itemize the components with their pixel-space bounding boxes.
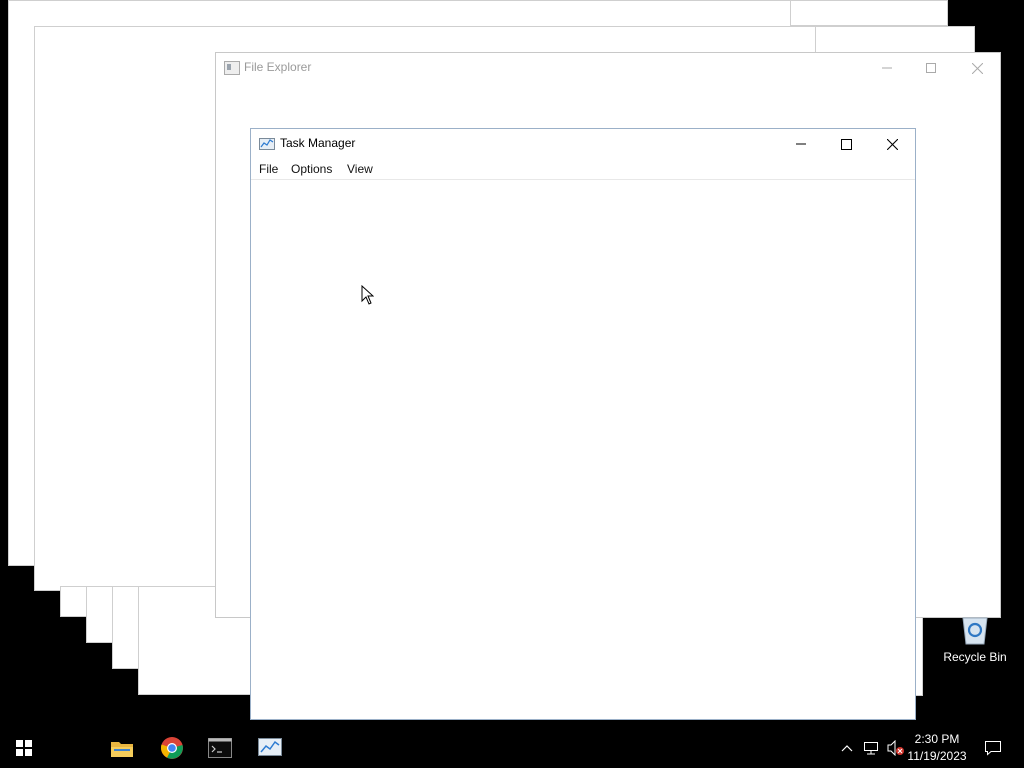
close-icon: [886, 138, 898, 150]
maximize-button[interactable]: [823, 129, 869, 159]
minimize-icon: [796, 143, 806, 145]
maximize-icon: [926, 63, 936, 73]
notification-icon: [985, 741, 1001, 756]
file-explorer-app-icon: [224, 61, 240, 75]
windows-start-icon: [16, 740, 32, 756]
close-button[interactable]: [954, 53, 1000, 83]
tray-chevron-up[interactable]: [836, 728, 858, 768]
menu-options[interactable]: Options: [289, 162, 334, 176]
clock-date: 11/19/2023: [907, 749, 967, 763]
taskbar: 2:30 PM 11/19/2023: [0, 728, 1024, 768]
chevron-up-icon: [841, 745, 853, 752]
background-window[interactable]: [790, 0, 948, 26]
title-bar[interactable]: File Explorer: [216, 53, 1000, 83]
menu-view[interactable]: View: [345, 162, 375, 176]
minimize-button[interactable]: [778, 129, 824, 159]
chrome-icon: [160, 737, 183, 759]
menu-file[interactable]: File: [257, 162, 280, 176]
menu-bar: File Options View: [251, 159, 915, 180]
maximize-button[interactable]: [908, 53, 954, 83]
terminal-icon: [208, 738, 232, 758]
maximize-icon: [840, 138, 852, 150]
taskbar-terminal[interactable]: [196, 728, 244, 768]
task-manager-content: [251, 180, 915, 719]
close-button[interactable]: [869, 129, 915, 159]
task-manager-app-icon: [259, 137, 275, 156]
close-icon: [971, 62, 983, 74]
action-center-button[interactable]: [976, 728, 1010, 768]
network-icon: [864, 742, 878, 755]
start-button[interactable]: [0, 728, 48, 768]
window-title: Task Manager: [280, 136, 356, 150]
clock-time: 2:30 PM: [914, 732, 960, 746]
minimize-icon: [882, 67, 892, 69]
tray-clock[interactable]: 2:30 PM 11/19/2023: [902, 731, 972, 765]
background-window[interactable]: [815, 26, 975, 54]
task-manager-window[interactable]: Task Manager File Options View: [250, 128, 916, 720]
mouse-cursor-icon: [361, 285, 374, 305]
recycle-bin-desktop-icon[interactable]: Recycle Bin: [938, 614, 1012, 664]
taskbar-task-manager[interactable]: [246, 728, 294, 768]
task-manager-icon: [258, 738, 282, 756]
recycle-bin-label: Recycle Bin: [943, 650, 1007, 664]
taskbar-chrome[interactable]: [148, 728, 196, 768]
window-title: File Explorer: [244, 60, 312, 74]
folder-icon: [111, 742, 133, 757]
title-bar[interactable]: Task Manager: [251, 129, 915, 159]
taskbar-file-explorer[interactable]: [98, 728, 146, 768]
tray-network[interactable]: [860, 728, 882, 768]
minimize-button[interactable]: [864, 53, 910, 83]
recycle-bin-icon: [962, 617, 988, 645]
